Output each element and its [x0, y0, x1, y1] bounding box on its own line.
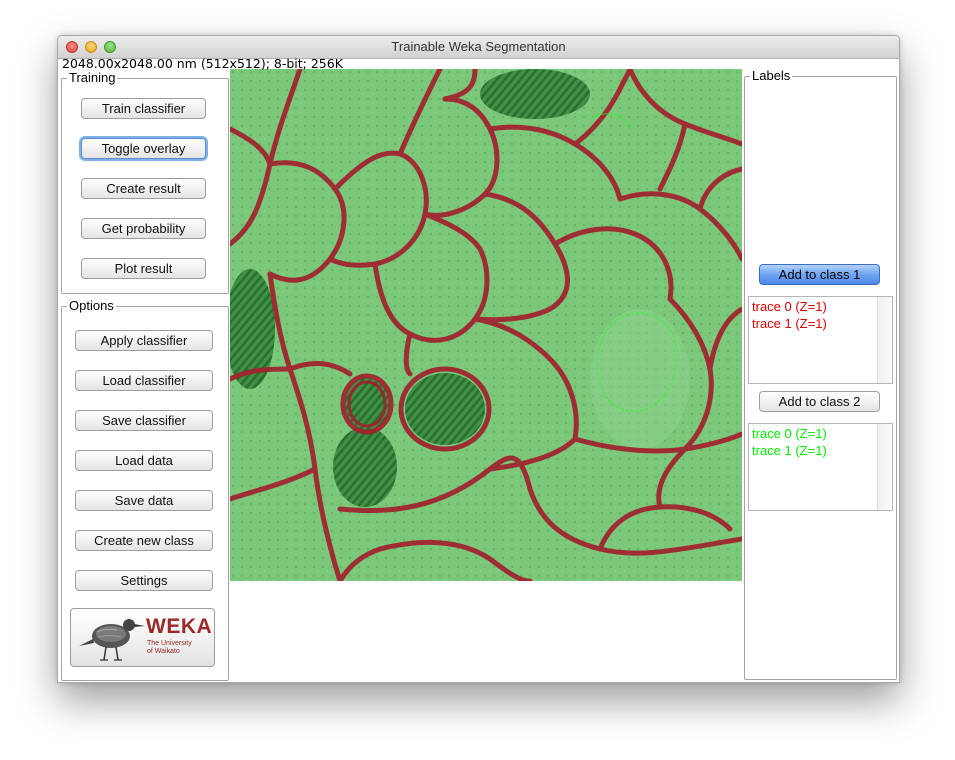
create-new-class-button[interactable]: Create new class	[75, 530, 213, 551]
class-2-trace-item[interactable]: trace 0 (Z=1)	[752, 425, 827, 442]
main-window: Trainable Weka Segmentation 2048.00x2048…	[57, 35, 900, 683]
training-panel: Training Train classifier Toggle overlay…	[61, 70, 229, 294]
weka-bird-icon	[79, 619, 145, 661]
window-title: Trainable Weka Segmentation	[391, 39, 566, 54]
train-classifier-button[interactable]: Train classifier	[81, 98, 206, 119]
class-1-trace-list[interactable]: trace 0 (Z=1) trace 1 (Z=1)	[748, 296, 893, 384]
add-to-class-1-button[interactable]: Add to class 1	[759, 264, 880, 285]
class-1-trace-item[interactable]: trace 0 (Z=1)	[752, 298, 827, 315]
class-1-list-scrollbar[interactable]	[877, 297, 892, 383]
load-data-button[interactable]: Load data	[75, 450, 213, 471]
load-classifier-button[interactable]: Load classifier	[75, 370, 213, 391]
labels-panel-title: Labels	[750, 68, 793, 84]
class-2-list-scrollbar[interactable]	[877, 424, 892, 510]
weka-subtitle-line1: The University	[147, 640, 192, 647]
options-panel-title: Options	[67, 298, 116, 314]
weka-subtitle-line2: of Waikato	[147, 648, 180, 655]
weka-logo-text: WEKA	[146, 615, 213, 638]
weka-logo-subtitle: The University of Waikato	[147, 640, 207, 656]
segmentation-image[interactable]	[230, 69, 742, 581]
class-2-trace-list[interactable]: trace 0 (Z=1) trace 1 (Z=1)	[748, 423, 893, 511]
training-panel-title: Training	[67, 70, 118, 86]
save-classifier-button[interactable]: Save classifier	[75, 410, 213, 431]
image-info-label: 2048.00x2048.00 nm (512x512); 8-bit; 256…	[62, 56, 343, 71]
segmentation-overlay-image[interactable]	[230, 69, 742, 581]
toggle-overlay-button[interactable]: Toggle overlay	[81, 138, 206, 159]
settings-button[interactable]: Settings	[75, 570, 213, 591]
window-content: 2048.00x2048.00 nm (512x512); 8-bit; 256…	[58, 56, 899, 682]
weka-logo-button[interactable]: WEKA The University of Waikato	[70, 608, 215, 667]
create-result-button[interactable]: Create result	[81, 178, 206, 199]
class-1-trace-item[interactable]: trace 1 (Z=1)	[752, 315, 827, 332]
save-data-button[interactable]: Save data	[75, 490, 213, 511]
class-2-trace-item[interactable]: trace 1 (Z=1)	[752, 442, 827, 459]
plot-result-button[interactable]: Plot result	[81, 258, 206, 279]
add-to-class-2-button[interactable]: Add to class 2	[759, 391, 880, 412]
apply-classifier-button[interactable]: Apply classifier	[75, 330, 213, 351]
get-probability-button[interactable]: Get probability	[81, 218, 206, 239]
